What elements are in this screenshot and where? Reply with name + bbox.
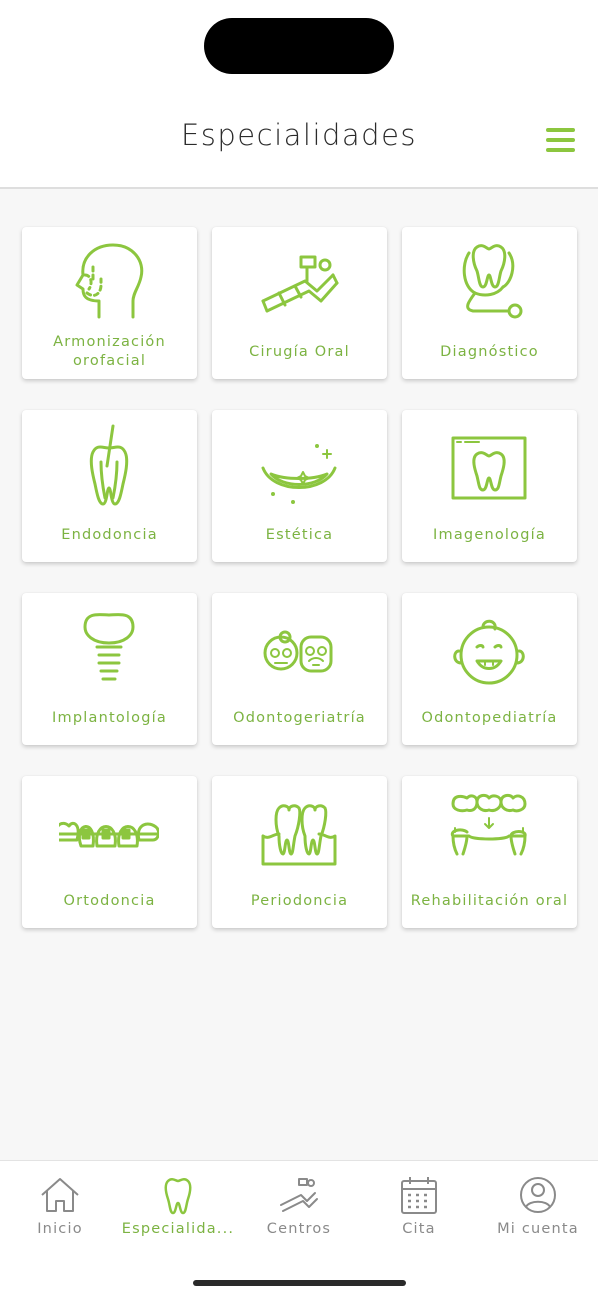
tab-label: Centros [266, 1221, 332, 1237]
elderly-couple-icon [249, 601, 349, 693]
specialty-label: Periodoncia [250, 892, 349, 909]
tooth-root-canal-icon [59, 418, 159, 510]
specialty-card-armonizacion[interactable]: Armonización orofacial [22, 227, 197, 379]
tab-cita[interactable]: Cita [359, 1161, 479, 1251]
camera-notch [204, 18, 394, 74]
specialty-card-implantologia[interactable]: Implantología [22, 593, 197, 745]
dental-implant-icon [59, 601, 159, 693]
calendar-icon [399, 1175, 439, 1215]
specialty-card-rehabilitacion-oral[interactable]: Rehabilitación oral [402, 776, 577, 928]
specialty-label: Diagnóstico [440, 343, 539, 360]
specialty-label: Implantología [52, 709, 167, 726]
specialty-card-endodoncia[interactable]: Endodoncia [22, 410, 197, 562]
tooth-icon [158, 1175, 198, 1215]
specialty-card-periodoncia[interactable]: Periodoncia [212, 776, 387, 928]
specialty-label: Rehabilitación oral [410, 892, 569, 909]
specialty-label: Estética [265, 526, 334, 543]
specialty-card-odontopediatria[interactable]: Odontopediatría [402, 593, 577, 745]
specialty-label: Imagenología [433, 526, 546, 543]
specialty-card-cirugia-oral[interactable]: Cirugía Oral [212, 227, 387, 379]
user-account-icon [518, 1175, 558, 1215]
specialty-label: Endodoncia [61, 526, 158, 543]
tab-centros[interactable]: Centros [239, 1161, 359, 1251]
tooth-stethoscope-icon [439, 235, 539, 327]
specialty-card-odontogeriatria[interactable]: Odontogeriatría [212, 593, 387, 745]
home-icon [40, 1175, 80, 1215]
tab-inicio[interactable]: Inicio [0, 1161, 120, 1251]
tab-label: Cita [402, 1221, 436, 1237]
dental-bridge-icon [439, 784, 539, 876]
bottom-tab-bar: Inicio Especialida... Centros Cita Mi cu… [0, 1160, 598, 1300]
specialty-label: Ortodoncia [63, 892, 156, 909]
face-profile-icon [59, 235, 159, 327]
tooth-xray-icon [439, 418, 539, 510]
braces-icon [53, 784, 161, 876]
tab-especialidades[interactable]: Especialida... [118, 1161, 238, 1251]
specialty-label: Armonización orofacial [53, 334, 166, 369]
specialty-card-ortodoncia[interactable]: Ortodoncia [22, 776, 197, 928]
dental-chair-icon [249, 235, 349, 327]
specialty-label: Odontopediatría [421, 709, 558, 726]
hamburger-menu-icon[interactable] [546, 128, 576, 152]
specialty-label: Odontogeriatría [233, 709, 366, 726]
baby-face-icon [439, 601, 539, 693]
specialty-card-estetica[interactable]: Estética [212, 410, 387, 562]
page-title: Especialidades [180, 118, 418, 152]
teeth-gums-icon [249, 784, 349, 876]
specialty-card-diagnostico[interactable]: Diagnóstico [402, 227, 577, 379]
tab-mi-cuenta[interactable]: Mi cuenta [478, 1161, 598, 1251]
sparkling-smile-icon [249, 418, 349, 510]
specialty-label: Cirugía Oral [249, 343, 350, 360]
tab-label: Mi cuenta [497, 1221, 579, 1237]
dental-chair-icon [279, 1175, 319, 1215]
specialty-card-imagenologia[interactable]: Imagenología [402, 410, 577, 562]
tab-label: Inicio [37, 1221, 83, 1237]
home-indicator [193, 1280, 406, 1286]
tab-label: Especialida... [121, 1221, 235, 1237]
top-bar: Especialidades [0, 0, 598, 189]
